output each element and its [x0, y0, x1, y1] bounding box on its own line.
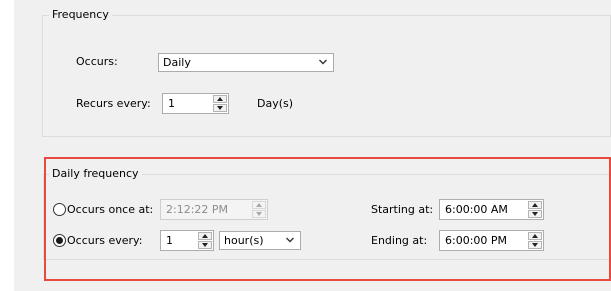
occurs-label: Occurs: [76, 55, 118, 68]
spin-up-icon[interactable] [213, 95, 227, 103]
occurs-dropdown[interactable]: Daily [158, 53, 334, 72]
recurs-every-label: Recurs every: [76, 97, 151, 110]
occurs-dropdown-value: Daily [163, 56, 191, 69]
recurs-every-unit: Day(s) [257, 97, 294, 110]
recurs-every-spinner[interactable]: 1 [162, 93, 229, 114]
recurs-every-spin-buttons [213, 95, 227, 112]
dialog-panel: Frequency Occurs: Daily Recurs every: 1 … [14, 0, 611, 291]
frequency-legend: Frequency [49, 8, 112, 21]
recurs-every-value: 1 [168, 97, 175, 110]
daily-frequency-highlight-box [44, 157, 611, 281]
spin-down-icon[interactable] [213, 104, 227, 112]
chevron-down-icon [318, 57, 328, 67]
frequency-group [42, 15, 611, 137]
